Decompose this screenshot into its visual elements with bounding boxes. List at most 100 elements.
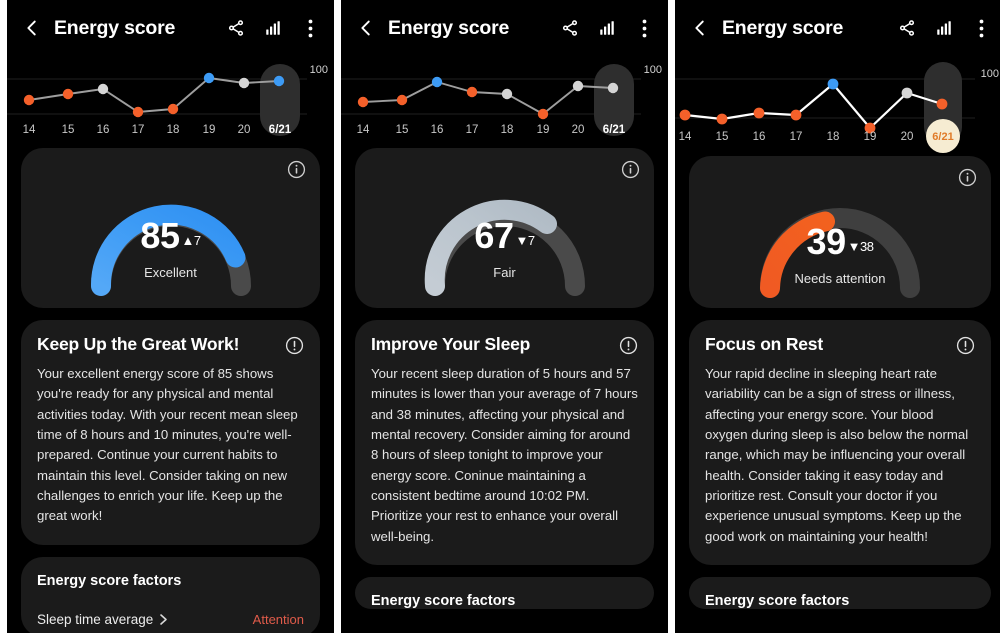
share-icon[interactable] [560, 18, 580, 38]
advice-body: Your rapid decline in sleeping heart rat… [705, 366, 969, 544]
energy-trend-chart-3[interactable]: 14 15 16 17 18 19 20 6/21 100 [675, 56, 1000, 156]
bar-chart-icon[interactable] [597, 18, 617, 38]
advice-card-1: Keep Up the Great Work! Your excellent e… [21, 320, 320, 545]
factors-card-3: Energy score factors [689, 576, 991, 609]
energy-gauge-2: 67 ▼7 Fair [355, 158, 654, 300]
panel-body-1: 85 ▲7 Excellent Keep Up the Great Work! Y… [7, 148, 334, 633]
phone-screen-2: Energy score 14 15 16 17 18 19 20 6/21 1… [341, 0, 668, 633]
advice-header-1: Keep Up the Great Work! [37, 334, 304, 355]
trend-chart-svg-3: 14 15 16 17 18 19 20 6/21 [675, 62, 975, 153]
energy-gauge-3: 39 ▼38 Needs attention [689, 166, 991, 300]
svg-text:19: 19 [537, 124, 550, 136]
app-header-2: Energy score [341, 0, 668, 56]
page-title: Energy score [722, 16, 844, 39]
svg-text:6/21: 6/21 [603, 124, 626, 136]
energy-gauge-card-1: 85 ▲7 Excellent [21, 148, 320, 308]
factors-card-1: Energy score factors Sleep time average … [21, 556, 320, 633]
phone-screen-3: Energy score 14 15 16 17 18 19 20 6/21 1… [675, 0, 1000, 633]
svg-text:18: 18 [167, 124, 180, 136]
svg-text:15: 15 [62, 124, 75, 136]
chevron-left-icon [695, 20, 704, 36]
trend-chart-svg-2: 14 15 16 17 18 19 20 6/21 [341, 64, 641, 136]
energy-trend-chart-1[interactable]: 14 15 16 17 18 19 20 6/21 100 [7, 56, 334, 148]
factor-label: Sleep time average [37, 611, 154, 627]
header-actions [226, 18, 320, 38]
overflow-menu-icon[interactable] [300, 18, 320, 38]
chart-max-label: 100 [980, 68, 999, 80]
share-icon[interactable] [897, 18, 917, 38]
advice-title: Keep Up the Great Work! [37, 334, 240, 354]
advice-card-2: Improve Your Sleep Your recent sleep dur… [355, 320, 654, 565]
alert-circle-icon[interactable] [285, 336, 304, 355]
page-title: Energy score [388, 16, 510, 39]
svg-text:17: 17 [466, 124, 479, 136]
screenshot-stage: Energy score 14 15 16 17 18 19 20 6/21 1… [0, 0, 1000, 633]
chevron-left-icon [27, 20, 36, 36]
factors-title: Energy score factors [37, 572, 182, 589]
svg-text:14: 14 [357, 124, 370, 136]
header-actions [897, 18, 991, 38]
energy-gauge-1: 85 ▲7 Excellent [21, 158, 320, 300]
chevron-left-icon [361, 20, 370, 36]
factors-title: Energy score factors [371, 592, 516, 609]
svg-text:16: 16 [753, 131, 766, 143]
panel-body-2: 67 ▼7 Fair Improve Your Sleep Your recent… [341, 148, 668, 609]
svg-text:19: 19 [864, 131, 877, 143]
chevron-right-icon [160, 613, 168, 625]
svg-text:20: 20 [901, 131, 914, 143]
svg-text:16: 16 [431, 124, 444, 136]
advice-header-2: Improve Your Sleep [371, 334, 638, 355]
svg-text:14: 14 [679, 131, 692, 143]
advice-header-3: Focus on Rest [705, 334, 975, 355]
svg-text:14: 14 [23, 124, 36, 136]
svg-text:15: 15 [396, 124, 409, 136]
svg-text:17: 17 [790, 131, 803, 143]
overflow-menu-icon[interactable] [634, 18, 654, 38]
factors-card-2: Energy score factors [355, 576, 654, 609]
trend-chart-svg-1: 14 15 16 17 18 19 20 6/21 [7, 64, 307, 136]
advice-card-3: Focus on Rest Your rapid decline in slee… [689, 320, 991, 565]
advice-title: Focus on Rest [705, 334, 823, 354]
svg-text:18: 18 [827, 131, 840, 143]
svg-text:20: 20 [238, 124, 251, 136]
back-button[interactable] [19, 15, 45, 41]
advice-title: Improve Your Sleep [371, 334, 531, 354]
back-button[interactable] [353, 15, 379, 41]
phone-screen-1: Energy score 14 15 16 17 18 19 20 6/21 1… [7, 0, 334, 633]
gauge-svg-3 [760, 208, 920, 298]
panel-body-3: 39 ▼38 Needs attention Focus on Rest Your… [675, 156, 1000, 609]
share-icon[interactable] [226, 18, 246, 38]
advice-body: Your recent sleep duration of 5 hours an… [371, 366, 638, 544]
svg-text:19: 19 [203, 124, 216, 136]
factor-row-sleep-time-average[interactable]: Sleep time average Attention [37, 612, 304, 633]
app-header-3: Energy score [675, 0, 1000, 56]
svg-text:15: 15 [716, 131, 729, 143]
energy-trend-chart-2[interactable]: 14 15 16 17 18 19 20 6/21 100 [341, 56, 668, 148]
svg-text:18: 18 [501, 124, 514, 136]
bar-chart-icon[interactable] [263, 18, 283, 38]
factors-title: Energy score factors [705, 592, 850, 609]
gauge-svg-1 [90, 204, 251, 296]
alert-circle-icon[interactable] [956, 336, 975, 355]
energy-gauge-card-2: 67 ▼7 Fair [355, 148, 654, 308]
back-button[interactable] [687, 15, 713, 41]
svg-text:16: 16 [97, 124, 110, 136]
factor-label-wrap: Sleep time average [37, 612, 168, 627]
svg-text:6/21: 6/21 [932, 131, 953, 143]
svg-text:6/21: 6/21 [269, 124, 292, 136]
alert-circle-icon[interactable] [619, 336, 638, 355]
bar-chart-glyph [266, 21, 280, 35]
gauge-svg-2 [424, 199, 585, 296]
chart-max-label: 100 [643, 64, 662, 76]
svg-text:17: 17 [132, 124, 145, 136]
overflow-menu-icon[interactable] [971, 18, 991, 38]
header-actions [560, 18, 654, 38]
bar-chart-icon[interactable] [934, 18, 954, 38]
svg-text:20: 20 [572, 124, 585, 136]
page-title: Energy score [54, 16, 176, 39]
app-header-1: Energy score [7, 0, 334, 56]
advice-body: Your excellent energy score of 85 shows … [37, 366, 298, 524]
energy-gauge-card-3: 39 ▼38 Needs attention [689, 156, 991, 308]
chart-max-label: 100 [309, 64, 328, 76]
status-badge: Attention [252, 611, 304, 627]
